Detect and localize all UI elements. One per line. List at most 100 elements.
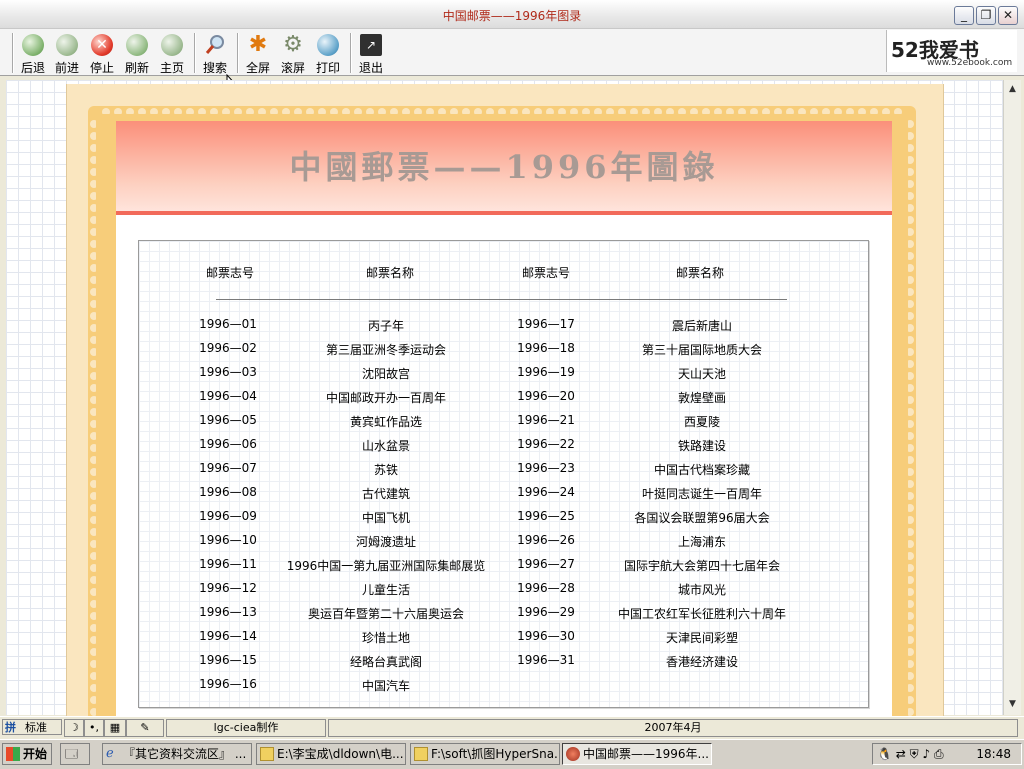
search-icon	[204, 34, 226, 56]
home-button[interactable]: 主页	[155, 32, 189, 75]
vertical-scrollbar[interactable]: ▲ ▼	[1003, 80, 1021, 715]
back-button[interactable]: 后退	[16, 32, 50, 75]
scroll-button[interactable]: ⚙ 滚屏	[276, 32, 310, 76]
minimize-button[interactable]: _	[954, 6, 974, 25]
ime-indicator[interactable]: 拼 标准	[2, 719, 62, 735]
network-icon[interactable]: ⇄	[896, 747, 906, 761]
clock[interactable]: 18:48	[976, 744, 1011, 764]
stamp-number: 1996—18	[517, 341, 575, 355]
date-label: 2007年4月	[328, 719, 1018, 737]
stamp-name: 中国工农红军长征胜利六十周年	[617, 607, 786, 621]
header-name-left: 邮票名称	[365, 266, 414, 280]
stamp-name: 第三十届国际地质大会	[641, 343, 762, 357]
stamp-name: 西夏陵	[683, 415, 720, 429]
stamp-name: 中国古代档案珍藏	[653, 463, 750, 477]
browser-icon: ℯ	[106, 746, 114, 761]
start-button[interactable]: 开始	[2, 743, 52, 765]
stamp-number: 1996—15	[199, 653, 257, 667]
stamp-number: 1996—02	[199, 341, 257, 355]
close-button[interactable]: ✕	[998, 6, 1018, 25]
stamp-number: 1996—08	[199, 485, 257, 499]
stamp-name: 国际宇航大会第四十七届年会	[623, 559, 780, 573]
system-tray: 🐧 ⇄ ⛨ ♪ ⎙ 18:48	[872, 743, 1022, 765]
stamp-number: 1996—29	[517, 605, 575, 619]
qq-icon[interactable]: 🐧	[877, 747, 892, 761]
stamp-name: 震后新唐山	[671, 319, 732, 333]
stamp-number: 1996—11	[199, 557, 257, 571]
stamp-number: 1996—13	[199, 605, 257, 619]
stamp-name: 各国议会联盟第96届大会	[634, 511, 770, 525]
search-button[interactable]: 搜索	[198, 32, 232, 75]
stamp-number: 1996—16	[199, 677, 257, 691]
stamp-name: 天山天池	[677, 367, 726, 381]
stamp-number: 1996—24	[517, 485, 575, 499]
stamp-name: 中国飞机	[361, 511, 410, 525]
stamp-number: 1996—12	[199, 581, 257, 595]
stop-button[interactable]: ✕ 停止	[85, 32, 119, 75]
stamp-number: 1996—10	[199, 533, 257, 547]
moon-icon[interactable]: ☽	[64, 719, 84, 737]
stamp-number: 1996—06	[199, 437, 257, 451]
windows-logo-icon	[6, 747, 20, 761]
task-folder-e[interactable]: E:\李宝成\dldown\电...	[256, 743, 406, 765]
task-folder-f[interactable]: F:\soft\抓图HyperSna...	[410, 743, 560, 765]
stamp-name: 上海浦东	[677, 535, 726, 549]
punctuation-icon[interactable]: •,	[84, 719, 104, 737]
stamp-number: 1996—30	[517, 629, 575, 643]
stamp-number: 1996—07	[199, 461, 257, 475]
fullscreen-button[interactable]: ✱ 全屏	[241, 32, 275, 76]
gear-icon: ⚙	[283, 32, 303, 57]
stamp-name: 山水盆景	[361, 439, 410, 453]
stamp-name: 丙子年	[367, 319, 404, 333]
stamp-number: 1996—19	[517, 365, 575, 379]
scroll-up-icon[interactable]: ▲	[1005, 82, 1020, 97]
ime-tools-icon[interactable]: ✎	[126, 719, 164, 737]
task-stamp-catalog[interactable]: 中国邮票——1996年...	[562, 743, 712, 765]
toolbar: 后退 前进 ✕ 停止 刷新 主页 搜索 ✱ 全屏 ⚙ 滚屏 打印 ↗ 退出	[0, 29, 1024, 76]
window-title: 中国邮票——1996年图录	[442, 9, 582, 23]
volume-icon[interactable]: ♪	[923, 747, 931, 761]
stamp-number: 1996—01	[199, 317, 257, 331]
antivirus-icon[interactable]: ⛨	[910, 747, 919, 761]
stamp-name: 儿童生活	[361, 583, 410, 597]
maximize-button[interactable]: ❐	[976, 6, 996, 25]
folder-icon	[260, 747, 274, 761]
stamp-name: 叶挺同志诞生一百周年	[641, 487, 762, 501]
stamp-number: 1996—03	[199, 365, 257, 379]
keyboard-icon[interactable]: ▦	[104, 719, 126, 737]
stamp-number: 1996—28	[517, 581, 575, 595]
header-name-right: 邮票名称	[675, 266, 724, 280]
printer-icon[interactable]: ⎙	[934, 747, 944, 761]
print-button[interactable]: 打印	[311, 32, 345, 75]
home-icon	[161, 34, 183, 56]
header-rule	[216, 299, 787, 300]
quicklaunch-desktop-icon[interactable]: 🗔	[60, 743, 90, 765]
stamp-name: 经略台真武阁	[349, 655, 422, 669]
stamp-name: 天津民间彩塑	[665, 631, 738, 645]
stamp-name: 城市风光	[677, 583, 726, 597]
refresh-icon	[126, 34, 148, 56]
stamp-name: 苏铁	[373, 463, 398, 477]
stamp-number: 1996—22	[517, 437, 575, 451]
stamp-name: 沈阳故宫	[361, 367, 410, 381]
stamp-number: 1996—26	[517, 533, 575, 547]
window-title-bar[interactable]: 中国邮票——1996年图录 _ ❐ ✕	[0, 0, 1024, 29]
page-title: 中國郵票——1996年圖錄	[289, 148, 719, 186]
stamp-number: 1996—20	[517, 389, 575, 403]
exit-button[interactable]: ↗ 退出	[354, 32, 388, 75]
ime-icon: 拼	[5, 721, 16, 734]
refresh-button[interactable]: 刷新	[120, 32, 154, 75]
header-num-right: 邮票志号	[521, 266, 570, 280]
stamp-name: 珍惜土地	[361, 631, 410, 645]
stamp-number: 1996—27	[517, 557, 575, 571]
forward-icon	[56, 34, 78, 56]
author-label: lgc-ciea制作	[166, 719, 326, 737]
taskbar: 开始 🗔 ℯ 『其它资料交流区』 ... E:\李宝成\dldown\电... …	[0, 739, 1024, 769]
scroll-down-icon[interactable]: ▼	[1005, 697, 1020, 712]
stamp-number: 1996—04	[199, 389, 257, 403]
header-num-left: 邮票志号	[205, 266, 254, 280]
stamp-name: 铁路建设	[677, 439, 726, 453]
back-icon	[22, 34, 44, 56]
task-forum[interactable]: ℯ 『其它资料交流区』 ...	[102, 743, 252, 765]
forward-button[interactable]: 前进	[50, 32, 84, 75]
